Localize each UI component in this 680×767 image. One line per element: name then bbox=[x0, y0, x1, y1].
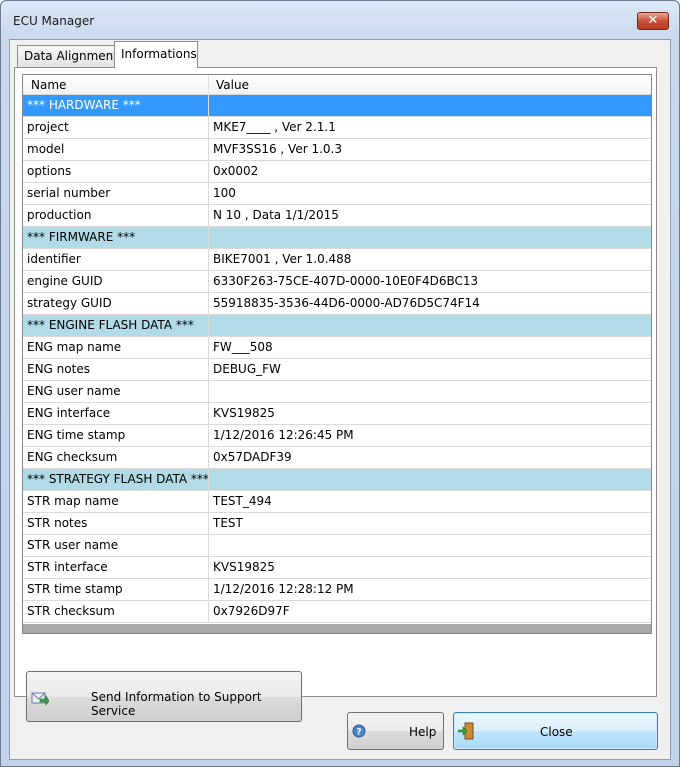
column-separator[interactable] bbox=[208, 75, 209, 95]
close-button[interactable]: Close bbox=[453, 712, 658, 750]
cell-value: 0x57DADF39 bbox=[213, 450, 292, 464]
table-row[interactable]: STR interface KVS19825 bbox=[23, 557, 651, 579]
section-row[interactable]: *** FIRMWARE *** bbox=[23, 227, 651, 249]
cell-name: ENG interface bbox=[23, 403, 209, 424]
cell-name: STR notes bbox=[23, 513, 209, 534]
cell-name: STR interface bbox=[23, 557, 209, 578]
help-button[interactable]: ? Help bbox=[347, 712, 444, 750]
cell-name: options bbox=[23, 161, 209, 182]
cell-name: ENG map name bbox=[23, 337, 209, 358]
exit-door-icon bbox=[458, 722, 474, 740]
table-row[interactable]: serial number 100 bbox=[23, 183, 651, 205]
cell-name: *** FIRMWARE *** bbox=[23, 227, 209, 248]
section-row[interactable]: *** HARDWARE *** bbox=[23, 95, 651, 117]
cell-value bbox=[209, 381, 651, 402]
cell-value: MKE7____ , Ver 2.1.1 bbox=[213, 120, 336, 134]
table-row[interactable]: strategy GUID 55918835-3536-44D6-0000-AD7… bbox=[23, 293, 651, 315]
cell-name: *** HARDWARE *** bbox=[23, 95, 209, 116]
cell-value: TEST_494 bbox=[213, 494, 272, 508]
table-row[interactable]: STR checksum 0x7926D97F bbox=[23, 601, 651, 623]
cell-name: ENG time stamp bbox=[23, 425, 209, 446]
table-row[interactable]: ENG time stamp 1/12/2016 12:26:45 PM bbox=[23, 425, 651, 447]
cell-value: BIKE7001 , Ver 1.0.488 bbox=[213, 252, 352, 266]
horizontal-scrollbar[interactable] bbox=[23, 624, 651, 633]
dialog-client-area: Data Alignment Informations Name Value *… bbox=[9, 39, 671, 760]
table-row[interactable]: STR map name TEST_494 bbox=[23, 491, 651, 513]
cell-value bbox=[209, 469, 651, 490]
table-row[interactable]: ENG interface KVS19825 bbox=[23, 403, 651, 425]
column-header-value[interactable]: Value bbox=[216, 78, 249, 92]
informations-tab-panel: Name Value *** HARDWARE *** project MKE7__… bbox=[14, 67, 657, 722]
table-row[interactable]: ENG notes DEBUG_FW bbox=[23, 359, 651, 381]
cell-value bbox=[209, 95, 651, 116]
cell-name: ENG notes bbox=[23, 359, 209, 380]
cell-value: MVF3SS16 , Ver 1.0.3 bbox=[213, 142, 342, 156]
section-row[interactable]: *** ENGINE FLASH DATA *** bbox=[23, 315, 651, 337]
cell-value: 1/12/2016 12:28:12 PM bbox=[213, 582, 354, 596]
cell-name: project bbox=[23, 117, 209, 138]
cell-name: model bbox=[23, 139, 209, 160]
table-row[interactable]: options 0x0002 bbox=[23, 161, 651, 183]
help-label: Help bbox=[409, 725, 437, 739]
cell-value: 100 bbox=[213, 186, 236, 200]
cell-value: 0x0002 bbox=[213, 164, 259, 178]
tab-informations[interactable]: Informations bbox=[114, 41, 198, 68]
cell-value: DEBUG_FW bbox=[213, 362, 281, 376]
cell-value: KVS19825 bbox=[213, 406, 275, 420]
grid-rows: *** HARDWARE *** project MKE7____ , Ver 2.… bbox=[23, 95, 651, 623]
cell-value: KVS19825 bbox=[213, 560, 275, 574]
cell-value: 55918835-3536-44D6-0000-AD76D5C74F14 bbox=[213, 296, 480, 310]
tab-data-alignment[interactable]: Data Alignment bbox=[17, 45, 118, 68]
cell-value bbox=[209, 315, 651, 336]
table-row[interactable]: ENG checksum 0x57DADF39 bbox=[23, 447, 651, 469]
cell-name: *** STRATEGY FLASH DATA *** bbox=[23, 469, 209, 490]
cell-name: STR time stamp bbox=[23, 579, 209, 600]
cell-value: FW___508 bbox=[213, 340, 273, 354]
svg-text:?: ? bbox=[356, 728, 361, 738]
table-row[interactable]: ENG map name FW___508 bbox=[23, 337, 651, 359]
table-row[interactable]: STR user name bbox=[23, 535, 651, 557]
grid-header: Name Value bbox=[23, 75, 651, 95]
table-row[interactable]: engine GUID 6330F263-75CE-407D-0000-10E0F… bbox=[23, 271, 651, 293]
cell-name: strategy GUID bbox=[23, 293, 209, 314]
close-label: Close bbox=[540, 725, 573, 739]
send-information-button[interactable]: Send Information to Support Service bbox=[26, 671, 302, 722]
section-row[interactable]: *** STRATEGY FLASH DATA *** bbox=[23, 469, 651, 491]
title-bar[interactable]: ECU Manager ✕ bbox=[1, 1, 679, 33]
table-row[interactable]: STR time stamp 1/12/2016 12:28:12 PM bbox=[23, 579, 651, 601]
cell-value: 1/12/2016 12:26:45 PM bbox=[213, 428, 354, 442]
send-information-label: Send Information to Support Service bbox=[91, 690, 262, 718]
help-icon: ? bbox=[352, 724, 366, 738]
cell-name: engine GUID bbox=[23, 271, 209, 292]
cell-name: serial number bbox=[23, 183, 209, 204]
cell-name: ENG user name bbox=[23, 381, 209, 402]
ecu-manager-window: ECU Manager ✕ Data Alignment Information… bbox=[0, 0, 680, 767]
cell-name: *** ENGINE FLASH DATA *** bbox=[23, 315, 209, 336]
column-header-name[interactable]: Name bbox=[31, 78, 66, 92]
cell-value: N 10 , Data 1/1/2015 bbox=[213, 208, 339, 222]
cell-value bbox=[209, 227, 651, 248]
cell-name: identifier bbox=[23, 249, 209, 270]
table-row[interactable]: model MVF3SS16 , Ver 1.0.3 bbox=[23, 139, 651, 161]
cell-value: 6330F263-75CE-407D-0000-10E0F4D6BC13 bbox=[213, 274, 479, 288]
table-row[interactable]: project MKE7____ , Ver 2.1.1 bbox=[23, 117, 651, 139]
cell-value bbox=[209, 535, 651, 556]
cell-name: STR user name bbox=[23, 535, 209, 556]
information-grid[interactable]: Name Value *** HARDWARE *** project MKE7__… bbox=[22, 74, 652, 634]
cell-value: TEST bbox=[213, 516, 243, 530]
cell-name: STR checksum bbox=[23, 601, 209, 622]
cell-name: STR map name bbox=[23, 491, 209, 512]
table-row[interactable]: production N 10 , Data 1/1/2015 bbox=[23, 205, 651, 227]
cell-name: production bbox=[23, 205, 209, 226]
window-close-icon[interactable]: ✕ bbox=[637, 12, 669, 30]
table-row[interactable]: ENG user name bbox=[23, 381, 651, 403]
cell-name: ENG checksum bbox=[23, 447, 209, 468]
send-mail-icon bbox=[31, 692, 49, 706]
table-row[interactable]: STR notes TEST bbox=[23, 513, 651, 535]
table-row[interactable]: identifier BIKE7001 , Ver 1.0.488 bbox=[23, 249, 651, 271]
cell-value: 0x7926D97F bbox=[213, 604, 290, 618]
window-title: ECU Manager bbox=[13, 14, 95, 28]
